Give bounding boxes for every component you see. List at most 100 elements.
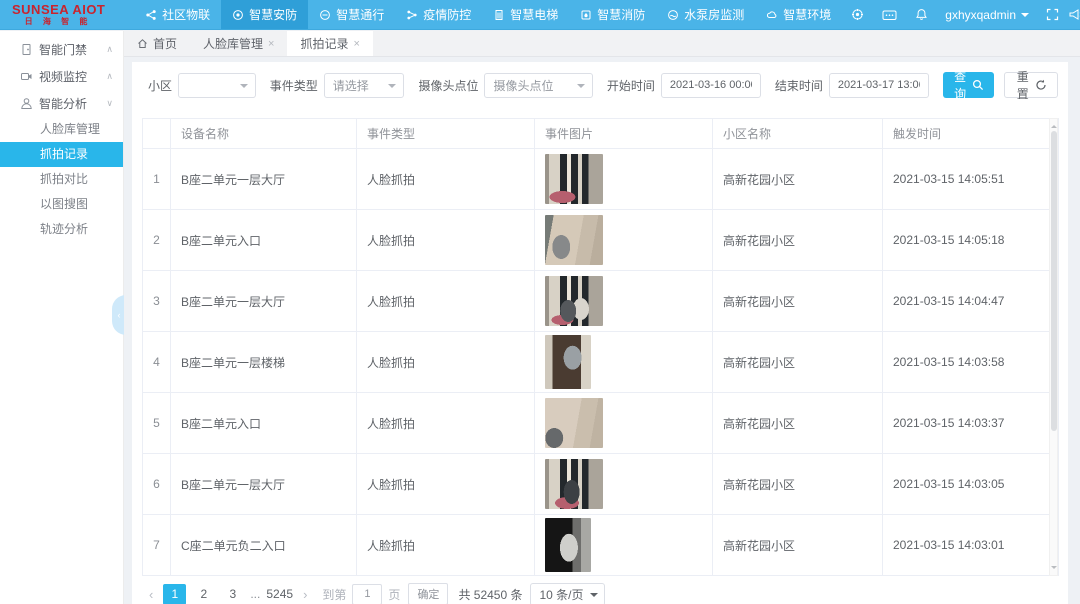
page-ellipsis: ... [250,587,260,601]
nav-item-access[interactable]: 智慧通行 [308,0,395,30]
page-size-select[interactable]: 10 条/页 [530,583,604,604]
app-window: SUNSEA AIOT 日 海 智 能 社区物联 智慧安防 智慧通行 疫情防控 [0,0,1080,604]
close-icon[interactable]: × [268,38,274,50]
sidebar-subitem-trajectory[interactable]: 轨迹分析 [0,217,123,242]
elevator-icon [493,9,505,21]
event-column-header: 事件类型 [357,119,535,149]
pump-icon [667,9,679,21]
chevron-down-icon [1021,13,1029,21]
search-button[interactable]: 查询 [943,72,995,98]
fire-icon [580,9,592,21]
nav-item-security[interactable]: 智慧安防 [221,0,308,30]
nav-item-pump[interactable]: 水泵房监测 [656,0,755,30]
sidebar-item-label: 视频监控 [39,68,87,85]
event-type-select[interactable]: 请选择 [324,73,405,98]
scroll-down-icon[interactable] [1051,566,1057,572]
notifications-button[interactable] [906,0,937,30]
tab-capture-records[interactable]: 抓拍记录 × [287,31,372,56]
nav-item-fire[interactable]: 智慧消防 [569,0,656,30]
sidebar-item-video-monitor[interactable]: 视频监控 ∧ [0,63,123,90]
time-column-header: 触发时间 [883,119,1059,149]
goto-page-input[interactable] [352,584,382,604]
sidebar-subitem-face-library[interactable]: 人脸库管理 [0,117,123,142]
video-monitor-icon [20,70,33,83]
photo-column-header: 事件图片 [535,119,713,149]
analysis-user-icon [20,97,33,110]
page-button-2[interactable]: 2 [192,584,215,604]
chevron-down-icon [577,84,585,92]
page-unit-label: 页 [388,586,400,603]
page-button-3[interactable]: 3 [221,584,244,604]
table-scrollbar[interactable] [1049,118,1058,576]
reset-button[interactable]: 重置 [1004,72,1058,98]
event-photo[interactable] [545,335,591,389]
total-count: 共 52450 条 [458,586,522,603]
row-index: 6 [143,454,171,515]
goto-confirm-button[interactable]: 确定 [408,583,448,604]
next-page-icon[interactable]: › [296,587,314,602]
device-name: B座二单元一层大厅 [171,149,357,210]
scroll-up-icon[interactable] [1051,122,1057,128]
row-index: 3 [143,271,171,332]
fullscreen-icon [1046,8,1059,21]
user-menu[interactable]: gxhyxqadmin [937,8,1037,22]
device-name: C座二单元负二入口 [171,515,357,576]
filter-bar: 小区 事件类型 请选择 摄像头点位 摄像头点位 开始时间 结束时间 [142,62,1058,106]
page-button-last[interactable]: 5245 [266,584,293,604]
sidebar-subitem-image-search[interactable]: 以图搜图 [0,192,123,217]
event-type: 人脸抓拍 [357,149,535,210]
trigger-time: 2021-03-15 14:05:18 [883,210,1059,271]
settings-button[interactable] [842,0,873,30]
event-photo[interactable] [545,276,603,326]
table-row: 5 B座二单元入口 人脸抓拍 高新花园小区 2021-03-15 14:03:3… [143,393,1059,454]
nav-item-label: 水泵房监测 [684,6,744,23]
row-index: 2 [143,210,171,271]
camera-select-value: 摄像头点位 [493,77,553,94]
event-photo[interactable] [545,518,591,572]
reset-button-label: 重置 [1015,68,1030,102]
table-row: 6 B座二单元一层大厅 人脸抓拍 高新花园小区 2021-03-15 14:03… [143,454,1059,515]
sidebar-item-analysis[interactable]: 智能分析 ∨ [0,90,123,117]
prev-page-icon[interactable]: ‹ [142,587,160,602]
device-name: B座二单元入口 [171,210,357,271]
device-name: B座二单元一层楼梯 [171,332,357,393]
event-type-select-value: 请选择 [333,77,369,94]
event-photo[interactable] [545,459,603,509]
community-name: 高新花园小区 [713,210,883,271]
sidebar-item-door-access[interactable]: 智能门禁 ∧ [0,36,123,63]
tab-home[interactable]: 首页 [124,31,190,56]
community-name: 高新花园小区 [713,271,883,332]
brand-name: SUNSEA AIOT [12,3,124,16]
top-navigation: 社区物联 智慧安防 智慧通行 疫情防控 智慧电梯 智慧消防 [134,0,842,30]
trigger-time: 2021-03-15 14:03:58 [883,332,1059,393]
tab-face-library[interactable]: 人脸库管理 × [190,31,287,56]
nav-item-community-iot[interactable]: 社区物联 [134,0,221,30]
end-time-input[interactable] [829,73,929,98]
trigger-time: 2021-03-15 14:04:47 [883,271,1059,332]
camera-select[interactable]: 摄像头点位 [484,73,592,98]
close-icon[interactable]: × [353,38,359,50]
trigger-time: 2021-03-15 14:05:51 [883,149,1059,210]
community-column-header: 小区名称 [713,119,883,149]
nav-item-environment[interactable]: 智慧环境 [755,0,842,30]
event-photo[interactable] [545,215,603,265]
event-photo[interactable] [545,398,603,448]
event-type: 人脸抓拍 [357,271,535,332]
message-card-button[interactable] [873,0,906,30]
event-photo[interactable] [545,154,603,204]
nav-item-epidemic[interactable]: 疫情防控 [395,0,482,30]
scrollbar-thumb[interactable] [1051,131,1057,431]
megaphone-icon [1068,8,1080,21]
fullscreen-button[interactable] [1037,0,1068,30]
page-size-value: 10 条/页 [539,586,583,603]
page-button-1[interactable]: 1 [163,584,186,604]
start-time-input[interactable] [661,73,761,98]
sidebar-subitem-capture-compare[interactable]: 抓拍对比 [0,167,123,192]
sidebar-subitem-capture-records[interactable]: 抓拍记录 [0,142,123,167]
sidebar-item-label: 智能门禁 [39,41,87,58]
community-select[interactable] [178,73,256,98]
start-time-label: 开始时间 [607,77,655,94]
chevron-up-icon: ∧ [106,44,113,55]
nav-item-elevator[interactable]: 智慧电梯 [482,0,569,30]
announcement-button[interactable] [1068,0,1080,30]
